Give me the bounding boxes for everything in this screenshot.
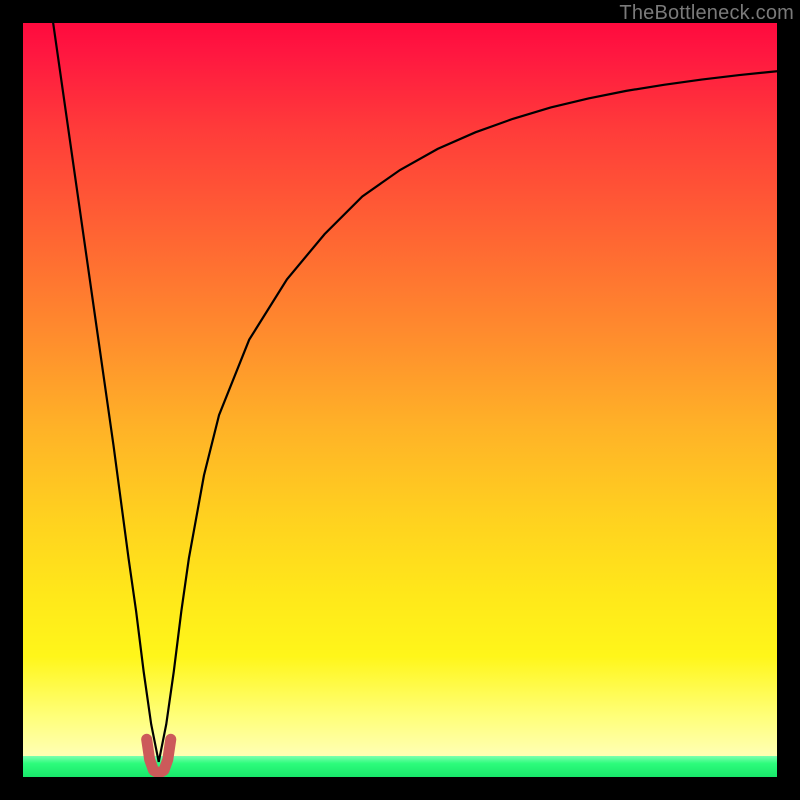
bottleneck-curve (53, 23, 777, 762)
plot-area (23, 23, 777, 777)
chart-frame: TheBottleneck.com (0, 0, 800, 800)
min-marker (147, 739, 171, 773)
watermark-text: TheBottleneck.com (619, 2, 794, 25)
curve-layer (23, 23, 777, 777)
